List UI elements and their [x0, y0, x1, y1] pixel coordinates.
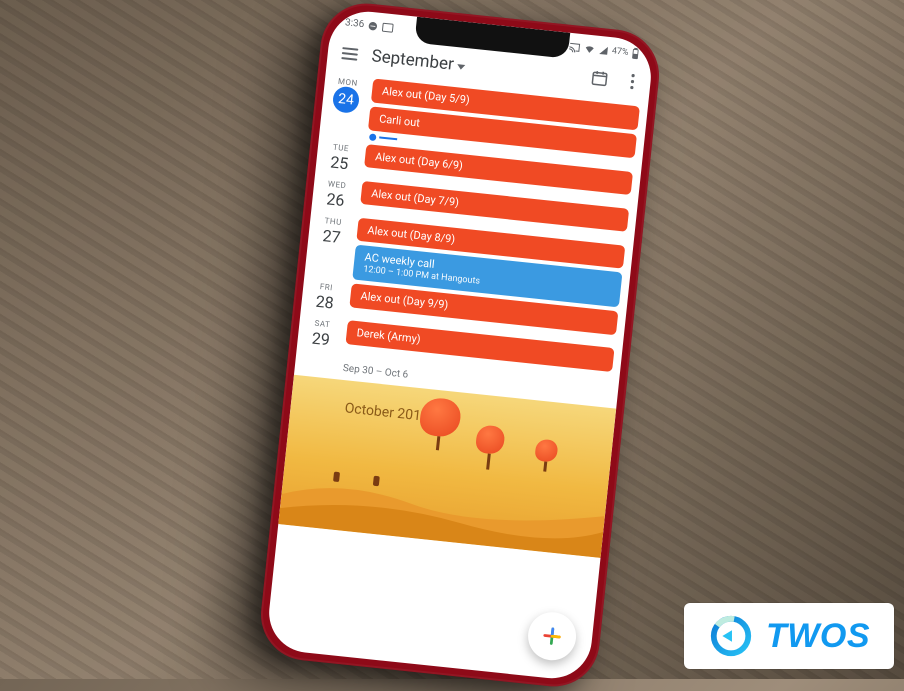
day-number: 25 — [319, 150, 359, 176]
day-number: 24 — [332, 85, 361, 114]
status-time: 3:36 — [344, 17, 364, 30]
day-number: 27 — [312, 224, 352, 250]
chevron-down-icon — [457, 64, 465, 70]
plus-icon — [540, 624, 564, 648]
tree-illustration — [473, 425, 505, 472]
day-label[interactable]: SAT 29 — [301, 316, 342, 353]
month-banner-label: October 2018 — [344, 401, 430, 426]
month-label: September — [371, 46, 455, 75]
now-line — [379, 137, 397, 140]
watermark-logo-icon — [708, 613, 754, 659]
day-label[interactable]: TUE 25 — [319, 139, 360, 176]
event-title: Alex out (Day 8/9) — [367, 223, 456, 245]
today-button[interactable] — [583, 62, 616, 99]
day-number: 29 — [301, 327, 341, 353]
phone-device: 3:36 47% — [256, 0, 663, 691]
tree-illustration — [417, 397, 462, 453]
tree-illustration — [533, 439, 558, 473]
event-title: Alex out (Day 7/9) — [371, 186, 460, 208]
now-dot-icon — [369, 133, 377, 141]
battery-icon — [631, 47, 640, 60]
event-title: Alex out (Day 6/9) — [375, 150, 464, 172]
menu-button[interactable] — [337, 43, 363, 65]
event-title: Alex out (Day 9/9) — [360, 290, 449, 312]
phone-screen: 3:36 47% — [265, 8, 655, 682]
wifi-icon — [584, 43, 597, 54]
dnd-icon — [368, 20, 379, 31]
cast-icon — [569, 41, 582, 52]
day-label[interactable]: THU 27 — [308, 213, 352, 279]
day-number: 28 — [305, 290, 345, 316]
camera-icon — [382, 22, 395, 33]
create-event-fab[interactable] — [526, 610, 579, 663]
day-number: 26 — [315, 187, 355, 213]
watermark-text: TWOS — [766, 617, 870, 656]
day-label[interactable]: FRI 28 — [305, 279, 346, 316]
signal-icon — [598, 44, 609, 55]
hills-illustration — [278, 465, 606, 559]
event-title: Derek (Army) — [356, 326, 421, 346]
event-title: Alex out (Day 5/9) — [381, 85, 470, 107]
agenda-list[interactable]: MON 24 Alex out (Day 5/9) Carli out — [278, 71, 648, 562]
battery-text: 47% — [611, 46, 629, 58]
watermark-badge: TWOS — [684, 603, 894, 669]
more-options-button[interactable] — [623, 67, 642, 100]
day-label[interactable]: MON 24 — [323, 74, 367, 139]
event-title: Carli out — [379, 112, 421, 129]
day-label[interactable]: WED 26 — [315, 176, 356, 213]
